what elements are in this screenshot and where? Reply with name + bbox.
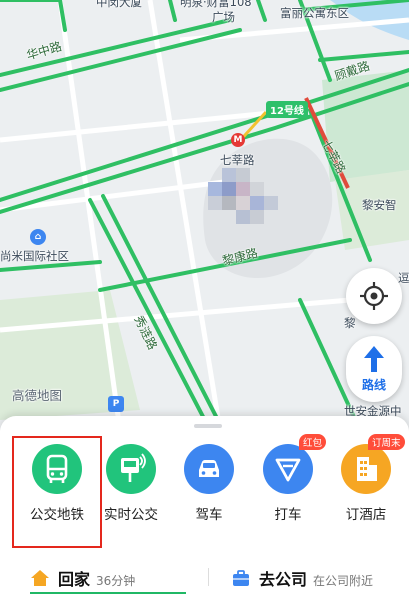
home-icon bbox=[31, 570, 49, 586]
map-label-building: 中闵大厦 bbox=[96, 0, 142, 9]
map-label-li-an: 黎安智 bbox=[362, 198, 397, 212]
action-drive-label: 驾车 bbox=[195, 507, 223, 523]
favorite-work[interactable]: 去公司 在公司附近 bbox=[231, 566, 373, 590]
hotel-icon bbox=[341, 444, 391, 494]
turn-arrow-icon bbox=[364, 346, 384, 372]
home-pin-icon: ⌂ bbox=[30, 229, 46, 245]
realtime-bus-icon bbox=[106, 444, 156, 494]
action-realtime-bus-label: 实时公交 bbox=[104, 507, 158, 523]
map-label-station[interactable]: 七莘路 bbox=[220, 152, 255, 168]
route-button[interactable]: 路线 bbox=[346, 336, 402, 402]
favorite-home-underline bbox=[30, 592, 186, 594]
taxi-badge: 红包 bbox=[299, 434, 327, 450]
favorite-work-title: 去公司 bbox=[259, 570, 308, 589]
action-hotel[interactable]: 订周末 订酒店 bbox=[326, 434, 406, 523]
action-taxi-label: 打车 bbox=[274, 507, 302, 523]
hotel-badge: 订周末 bbox=[368, 434, 405, 450]
map-label-community[interactable]: 尚米国际社区 bbox=[0, 248, 69, 264]
action-realtime-bus[interactable]: 实时公交 bbox=[91, 436, 171, 523]
map-view[interactable]: 中闵大厦 明泉·财富108 广场 富丽公寓东区 华中路 顾戴路 七莘路 12号线… bbox=[0, 0, 409, 430]
taxi-icon bbox=[263, 444, 313, 494]
crosshair-icon bbox=[360, 282, 388, 310]
parking-icon: P bbox=[108, 396, 124, 412]
favorite-home[interactable]: 回家 36分钟 bbox=[30, 566, 135, 590]
drag-handle[interactable] bbox=[194, 424, 222, 428]
briefcase-icon bbox=[233, 570, 249, 586]
bottom-sheet: 公交地铁 实时公交 驾车 红包 打车 订周末 订酒店 回家 36分钟 去公司 在… bbox=[0, 416, 409, 595]
action-drive[interactable]: 驾车 bbox=[169, 436, 249, 523]
favorite-work-subtitle: 在公司附近 bbox=[313, 574, 374, 588]
car-icon bbox=[184, 444, 234, 494]
favorite-home-title: 回家 bbox=[58, 570, 91, 589]
selection-highlight bbox=[12, 436, 102, 548]
route-label: 路线 bbox=[361, 378, 386, 392]
action-hotel-label: 订酒店 bbox=[345, 507, 387, 523]
map-label-apartment: 富丽公寓东区 bbox=[280, 6, 349, 20]
favorite-home-subtitle: 36分钟 bbox=[96, 574, 136, 588]
favorites-divider bbox=[208, 568, 209, 586]
locate-button[interactable] bbox=[346, 268, 402, 324]
map-watermark: 高德地图 bbox=[12, 388, 63, 403]
action-taxi[interactable]: 红包 打车 bbox=[248, 434, 328, 523]
metro-line-badge: 12号线 bbox=[266, 101, 308, 118]
map-label-mall-2: 广场 bbox=[212, 10, 235, 24]
metro-station-icon: M bbox=[231, 133, 245, 147]
